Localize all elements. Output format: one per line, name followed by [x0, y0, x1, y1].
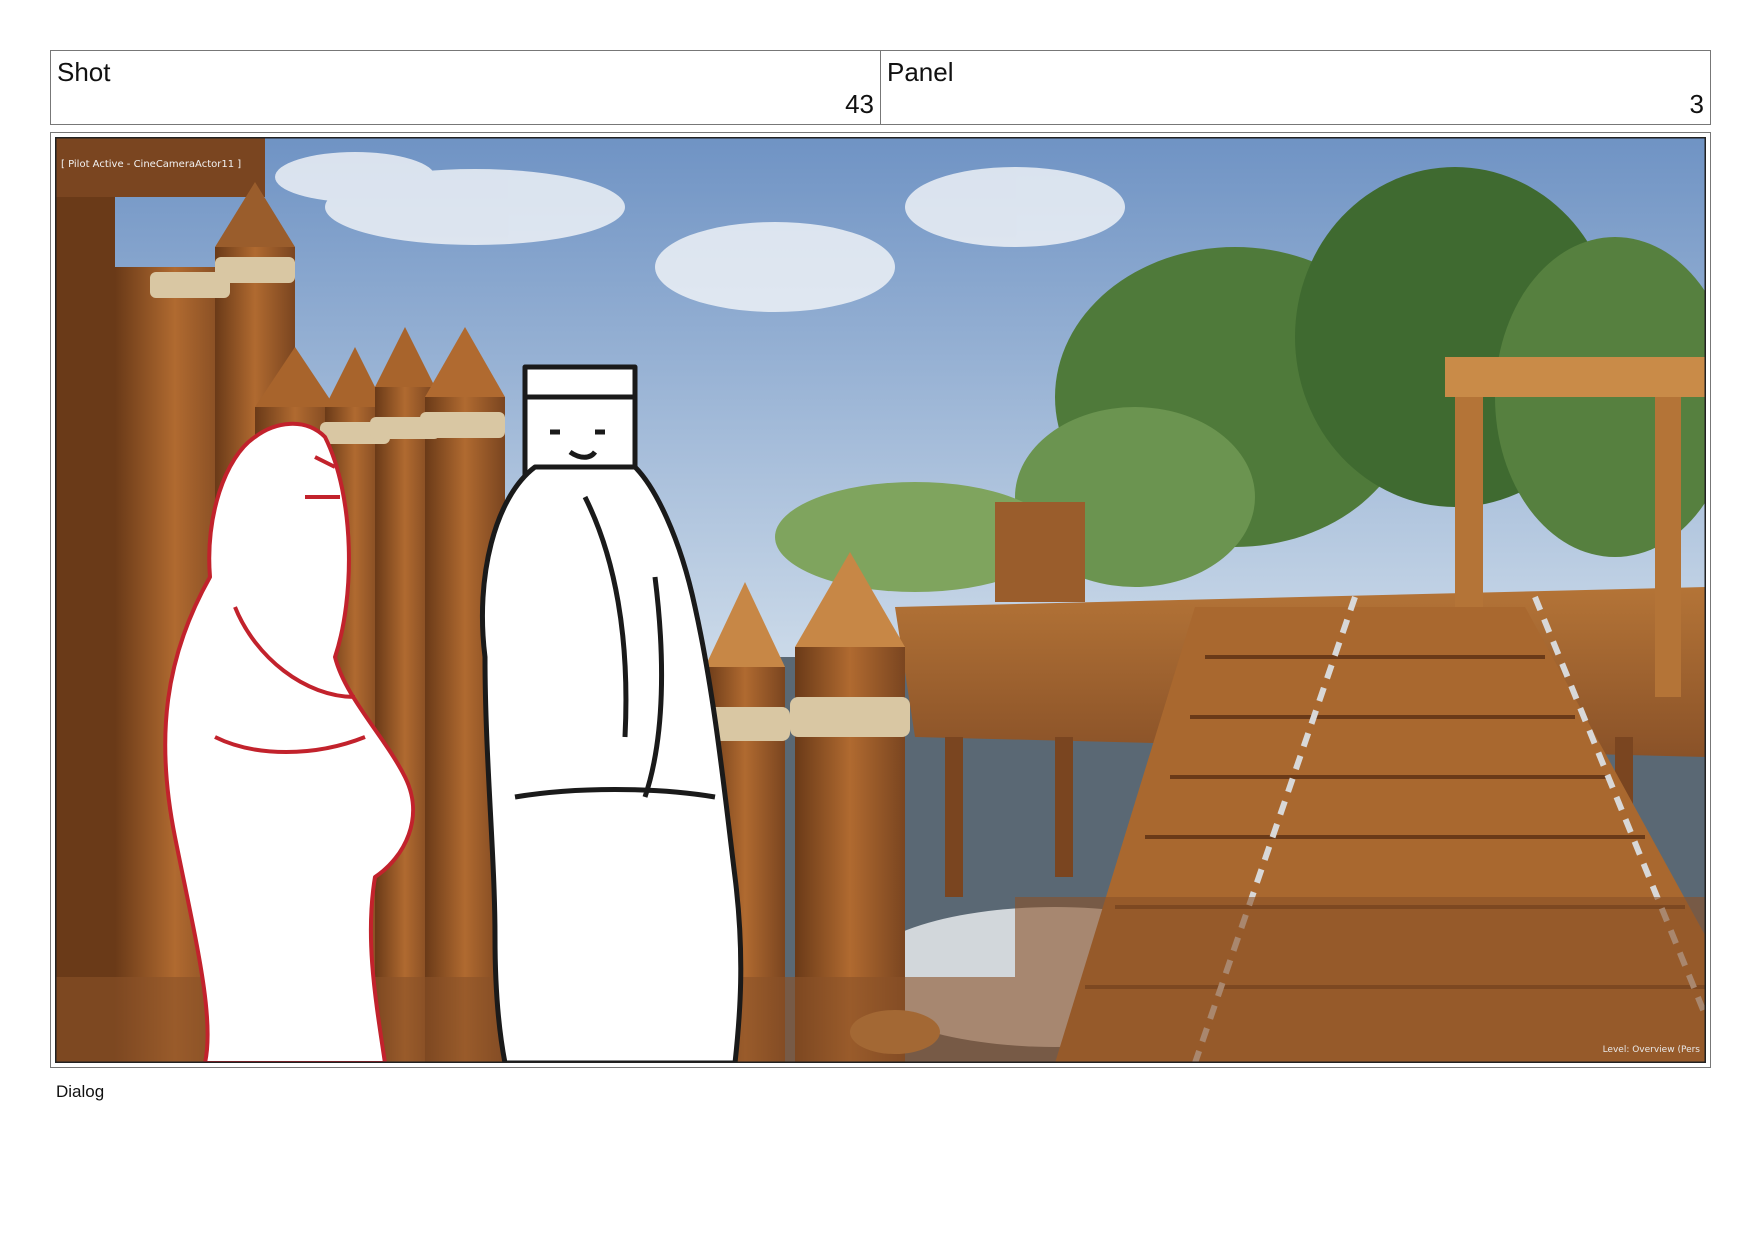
storyboard-image: [ Pilot Active - CineCameraActor11 ] Lev… — [55, 137, 1706, 1063]
dialog-label: Dialog — [56, 1082, 105, 1101]
panel-label: Panel — [887, 57, 954, 87]
level-label: Level: Overview (Pers — [1602, 1045, 1700, 1055]
shot-number: 43 — [845, 89, 874, 119]
shot-label: Shot — [57, 57, 111, 87]
panel-cell: Panel 3 — [880, 51, 1710, 124]
scene-illustration — [55, 137, 1706, 1063]
camera-pilot-label: [ Pilot Active - CineCameraActor11 ] — [61, 159, 242, 170]
storyboard-frame: [ Pilot Active - CineCameraActor11 ] Lev… — [50, 132, 1711, 1068]
shot-cell: Shot 43 — [51, 51, 880, 124]
shot-panel-header: Shot 43 Panel 3 — [50, 50, 1711, 125]
panel-number: 3 — [1689, 89, 1704, 119]
